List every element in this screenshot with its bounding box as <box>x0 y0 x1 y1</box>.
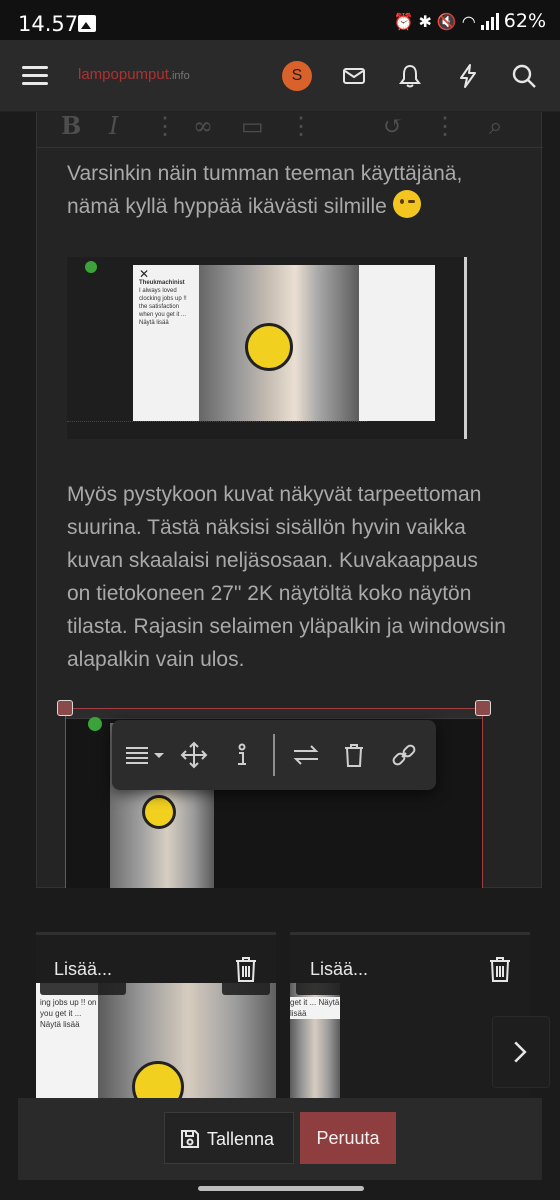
bell-icon[interactable] <box>396 62 424 90</box>
signal-icon <box>480 12 499 30</box>
browser-bar <box>66 709 482 719</box>
bold-icon[interactable]: B <box>61 112 81 140</box>
mail-icon[interactable] <box>340 62 368 90</box>
undo-icon[interactable]: ↺ <box>383 112 403 140</box>
save-label: Tallenna <box>207 1129 275 1149</box>
search-icon[interactable] <box>510 62 538 90</box>
gallery-icon <box>78 15 96 32</box>
link-icon[interactable] <box>390 741 418 769</box>
form-actions: Tallenna Peruuta <box>18 1098 542 1180</box>
top-navigation: lampopumput.info S <box>0 40 560 112</box>
image-toolbar <box>112 720 436 790</box>
italic-icon[interactable]: I <box>109 112 118 140</box>
lightning-icon[interactable] <box>454 62 482 90</box>
embedded-caption-text: I always loved clocking jobs up !! the s… <box>139 288 187 326</box>
swap-icon[interactable] <box>290 741 322 769</box>
trash-icon[interactable] <box>340 741 368 769</box>
more-icon[interactable]: ⋮ <box>433 112 457 140</box>
paragraph-2[interactable]: Myös pystykoon kuvat näkyvät tarpeettoma… <box>67 478 507 676</box>
attachment-caption: ing jobs up !! on you get it ... Näytä l… <box>40 998 97 1029</box>
attachment-thumbnail[interactable]: get it ... Näytä lisää <box>290 983 340 1100</box>
move-icon[interactable] <box>180 741 208 769</box>
embedded-avatar <box>85 261 97 273</box>
insert-attachment-button[interactable]: Lisää... <box>40 943 127 995</box>
logo-main: lampopumput <box>78 66 169 83</box>
embedded-footer <box>67 421 367 429</box>
more-icon[interactable]: ⋮ <box>289 112 313 140</box>
toolbar-separator <box>273 734 275 776</box>
cancel-button[interactable]: Peruuta <box>300 1112 396 1164</box>
embedded-post-preview: ✕ Theukmachinist I always loved clocking… <box>133 265 435 421</box>
battery-level: 62% <box>503 10 546 32</box>
resize-handle-right[interactable] <box>475 700 491 716</box>
site-logo[interactable]: lampopumput.info <box>78 66 190 83</box>
save-icon <box>181 1130 199 1148</box>
align-icon[interactable] <box>124 741 168 769</box>
insert-attachment-button[interactable]: Lisää... <box>296 943 383 995</box>
bluetooth-icon: ✱ <box>418 11 432 31</box>
embedded-author: Theukmachinist <box>139 280 185 286</box>
status-time: 14.57 <box>18 12 79 36</box>
avatar[interactable]: S <box>282 61 312 91</box>
image-icon[interactable]: ▭ <box>241 112 264 140</box>
paragraph-2-text: Myös pystykoon kuvat näkyvät tarpeettoma… <box>67 483 506 671</box>
editor-toolbar: B I ⋮ ∞ ▭ ⋮ ↺ ⋮ ⌕ <box>37 112 543 148</box>
chevron-right-icon[interactable] <box>492 1016 550 1088</box>
logo-suffix: .info <box>168 70 190 82</box>
mute-icon: 🔇 <box>436 11 457 31</box>
embedded-avatar <box>88 717 102 731</box>
attachment-thumbnail[interactable]: ing jobs up !! on you get it ... Näytä l… <box>36 983 276 1100</box>
winking-emoji-icon <box>392 190 421 218</box>
dial-gauge <box>245 323 293 371</box>
machine-photo <box>98 983 276 1100</box>
alarm-icon: ⏰ <box>393 11 414 31</box>
alt-text-icon[interactable] <box>228 741 256 769</box>
save-button[interactable]: Tallenna <box>164 1112 294 1164</box>
gesture-nav-handle[interactable] <box>198 1186 364 1191</box>
paragraph-1[interactable]: Varsinkin näin tumman teeman käyttäjänä,… <box>67 157 517 223</box>
more-icon[interactable]: ⋮ <box>153 112 177 140</box>
dial-gauge <box>142 795 176 829</box>
status-icons: ⏰ ✱ 🔇 ◠ 62% <box>394 10 546 32</box>
wifi-icon: ◠ <box>461 11 476 31</box>
preview-icon[interactable]: ⌕ <box>489 112 502 140</box>
embedded-screenshot-1[interactable]: ✕ Theukmachinist I always loved clocking… <box>67 257 467 439</box>
resize-handle-left[interactable] <box>57 700 73 716</box>
delete-attachment-icon[interactable] <box>476 943 524 995</box>
embedded-caption: Theukmachinist I always loved clocking j… <box>139 279 195 327</box>
attachment-item: ing jobs up !! on you get it ... Näytä l… <box>36 932 276 1100</box>
attachment-caption: get it ... Näytä lisää <box>290 997 340 1019</box>
delete-attachment-icon[interactable] <box>222 943 270 995</box>
menu-icon[interactable] <box>22 66 48 86</box>
link-icon[interactable]: ∞ <box>193 112 213 140</box>
